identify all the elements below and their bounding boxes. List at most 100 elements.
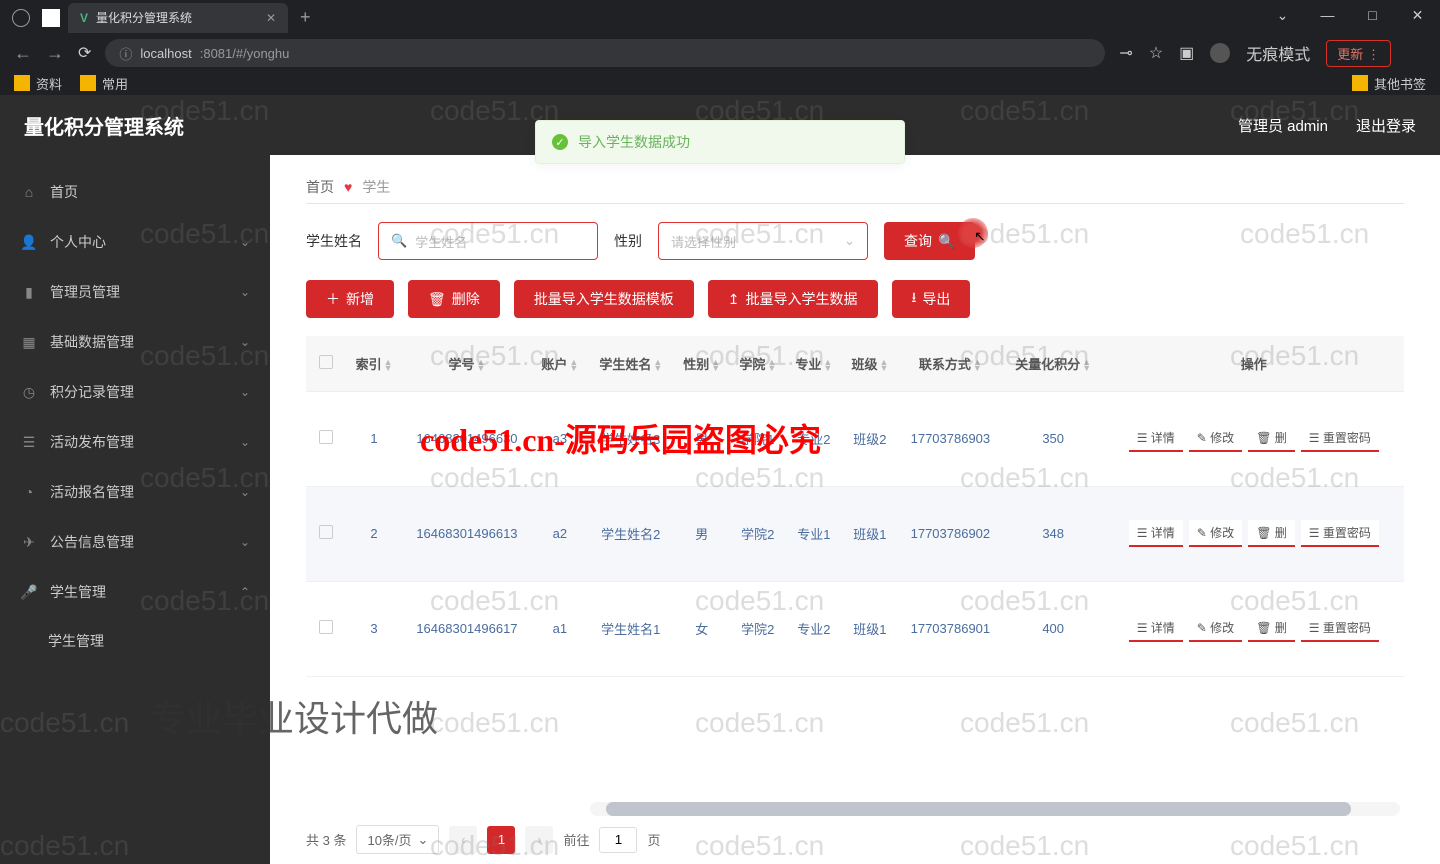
cell-name: 学生姓名2 bbox=[588, 486, 674, 581]
sidebar-item[interactable]: ✈公告信息管理⌄ bbox=[0, 517, 270, 567]
table-header[interactable]: 索引▲▼ bbox=[346, 336, 402, 391]
table-header[interactable]: 联系方式▲▼ bbox=[898, 336, 1003, 391]
chrome-actions: ⊸ ☆ ▣ 无痕模式 更新 ⋮ bbox=[1119, 40, 1391, 67]
chevron-down-icon[interactable]: ⌄ bbox=[1260, 0, 1305, 30]
select-all-checkbox[interactable] bbox=[319, 355, 333, 369]
reset-pwd-button[interactable]: ☰ 重置密码 bbox=[1301, 425, 1379, 452]
browser-tab[interactable]: V 量化积分管理系统 ✕ bbox=[68, 3, 288, 33]
horizontal-scrollbar[interactable] bbox=[590, 802, 1400, 816]
menu-icon: ⌂ bbox=[20, 184, 38, 200]
sidebar-item[interactable]: 👤个人中心⌄ bbox=[0, 217, 270, 267]
edit-button[interactable]: ✎ 修改 bbox=[1189, 520, 1242, 547]
table-header[interactable]: 学号▲▼ bbox=[402, 336, 532, 391]
table-header[interactable]: 关量化积分▲▼ bbox=[1003, 336, 1104, 391]
minimize-icon[interactable]: — bbox=[1305, 0, 1350, 30]
close-window-icon[interactable]: ✕ bbox=[1395, 0, 1440, 30]
bookmark-item[interactable]: 资料 bbox=[14, 74, 62, 93]
detail-button[interactable]: ☰ 详情 bbox=[1129, 425, 1183, 452]
page-size-select[interactable]: 10条/页⌄ bbox=[356, 825, 439, 854]
table-header[interactable]: 性别▲▼ bbox=[674, 336, 730, 391]
next-page-button[interactable]: › bbox=[525, 826, 553, 854]
current-user[interactable]: 管理员 admin bbox=[1238, 115, 1328, 136]
extensions-icon[interactable]: ▣ bbox=[1179, 43, 1194, 63]
sort-icon[interactable]: ▲▼ bbox=[879, 359, 888, 371]
row-delete-button[interactable]: 🗑 删 bbox=[1248, 615, 1295, 642]
table-header[interactable]: 学院▲▼ bbox=[730, 336, 786, 391]
action-bar: ＋新增 🗑删除 批量导入学生数据模板 ↥批量导入学生数据 ⭳导出 bbox=[306, 280, 1404, 318]
sidebar-item[interactable]: ☰活动发布管理⌄ bbox=[0, 417, 270, 467]
sort-icon[interactable]: ▲▼ bbox=[767, 359, 776, 371]
gender-select[interactable]: 请选择性别 ⌄ bbox=[658, 222, 868, 260]
row-checkbox[interactable] bbox=[319, 430, 333, 444]
template-button[interactable]: 批量导入学生数据模板 bbox=[514, 280, 694, 318]
sidebar-item[interactable]: ◔活动报名管理⌄ bbox=[0, 467, 270, 517]
delete-button[interactable]: 🗑删除 bbox=[408, 280, 500, 318]
sidebar-item[interactable]: ▮管理员管理⌄ bbox=[0, 267, 270, 317]
browser-logo-icon[interactable] bbox=[12, 9, 30, 27]
bookmark-item[interactable]: 常用 bbox=[80, 74, 128, 93]
jump-suffix: 页 bbox=[647, 830, 660, 849]
url-input[interactable]: ⓘ localhost:8081/#/yonghu bbox=[105, 39, 1105, 67]
sort-icon[interactable]: ▲▼ bbox=[711, 359, 720, 371]
table-header[interactable]: 专业▲▼ bbox=[786, 336, 842, 391]
sidebar-item[interactable]: 🎤学生管理⌃ bbox=[0, 567, 270, 617]
divider bbox=[306, 203, 1404, 204]
edit-button[interactable]: ✎ 修改 bbox=[1189, 615, 1242, 642]
update-button[interactable]: 更新 ⋮ bbox=[1326, 40, 1391, 67]
sidebar-subitem[interactable]: 学生管理 bbox=[0, 617, 270, 665]
row-checkbox[interactable] bbox=[319, 525, 333, 539]
key-icon[interactable]: ⊸ bbox=[1119, 43, 1132, 63]
reset-pwd-button[interactable]: ☰ 重置密码 bbox=[1301, 520, 1379, 547]
forward-icon[interactable]: → bbox=[46, 43, 64, 64]
name-input[interactable]: 🔍 学生姓名 bbox=[378, 222, 598, 260]
new-tab-icon[interactable]: + bbox=[300, 7, 311, 28]
edit-button[interactable]: ✎ 修改 bbox=[1189, 425, 1242, 452]
sort-icon[interactable]: ▲▼ bbox=[1082, 359, 1091, 371]
sort-icon[interactable]: ▲▼ bbox=[823, 359, 832, 371]
export-button[interactable]: ⭳导出 bbox=[892, 280, 971, 318]
heart-icon: ♥ bbox=[344, 179, 352, 195]
sidebar-item[interactable]: ◷积分记录管理⌄ bbox=[0, 367, 270, 417]
detail-button[interactable]: ☰ 详情 bbox=[1129, 615, 1183, 642]
row-delete-button[interactable]: 🗑 删 bbox=[1248, 425, 1295, 452]
logout-button[interactable]: 退出登录 bbox=[1356, 115, 1416, 136]
detail-button[interactable]: ☰ 详情 bbox=[1129, 520, 1183, 547]
breadcrumb-home[interactable]: 首页 bbox=[306, 177, 334, 197]
prev-page-button[interactable]: ‹ bbox=[449, 826, 477, 854]
sidebar-item[interactable]: ▦基础数据管理⌄ bbox=[0, 317, 270, 367]
import-button[interactable]: ↥批量导入学生数据 bbox=[708, 280, 878, 318]
cell-index: 1 bbox=[346, 391, 402, 486]
cell-score: 400 bbox=[1003, 581, 1104, 676]
reload-icon[interactable]: ⟳ bbox=[78, 43, 91, 63]
chevron-icon: ⌄ bbox=[240, 285, 250, 299]
sort-icon[interactable]: ▲▼ bbox=[569, 359, 578, 371]
close-tab-icon[interactable]: ✕ bbox=[266, 11, 276, 25]
sort-icon[interactable]: ▲▼ bbox=[476, 359, 485, 371]
sidebar-item-label: 基础数据管理 bbox=[50, 332, 134, 352]
browser-chrome: ⌄ — □ ✕ V 量化积分管理系统 ✕ + ← → ⟳ ⓘ localhost… bbox=[0, 0, 1440, 95]
maximize-icon[interactable]: □ bbox=[1350, 0, 1395, 30]
table-header[interactable]: 学生姓名▲▼ bbox=[588, 336, 674, 391]
download-icon: ⭳ bbox=[912, 287, 917, 311]
sort-icon[interactable]: ▲▼ bbox=[973, 359, 982, 371]
row-delete-button[interactable]: 🗑 删 bbox=[1248, 520, 1295, 547]
row-checkbox[interactable] bbox=[319, 620, 333, 634]
add-button[interactable]: ＋新增 bbox=[306, 280, 394, 318]
sort-icon[interactable]: ▲▼ bbox=[653, 359, 662, 371]
table-header[interactable]: 操作 bbox=[1104, 336, 1404, 391]
sort-icon[interactable]: ▲▼ bbox=[384, 359, 393, 371]
tab-title: 量化积分管理系统 bbox=[96, 9, 192, 26]
jump-input[interactable] bbox=[599, 827, 637, 853]
table-header[interactable]: 班级▲▼ bbox=[842, 336, 898, 391]
sidebar-item[interactable]: ⌂首页 bbox=[0, 167, 270, 217]
star-icon[interactable]: ☆ bbox=[1149, 43, 1163, 63]
tab-placeholder-icon[interactable] bbox=[42, 9, 60, 27]
cell-ops: ☰ 详情 ✎ 修改 🗑 删 ☰ 重置密码 bbox=[1104, 581, 1404, 676]
reset-pwd-button[interactable]: ☰ 重置密码 bbox=[1301, 615, 1379, 642]
cell-ops: ☰ 详情 ✎ 修改 🗑 删 ☰ 重置密码 bbox=[1104, 391, 1404, 486]
cell-name: 学生姓名1 bbox=[588, 581, 674, 676]
table-header[interactable]: 账户▲▼ bbox=[532, 336, 588, 391]
page-number[interactable]: 1 bbox=[487, 826, 515, 854]
other-bookmarks[interactable]: 其他书签 bbox=[1352, 74, 1426, 93]
back-icon[interactable]: ← bbox=[14, 43, 32, 64]
